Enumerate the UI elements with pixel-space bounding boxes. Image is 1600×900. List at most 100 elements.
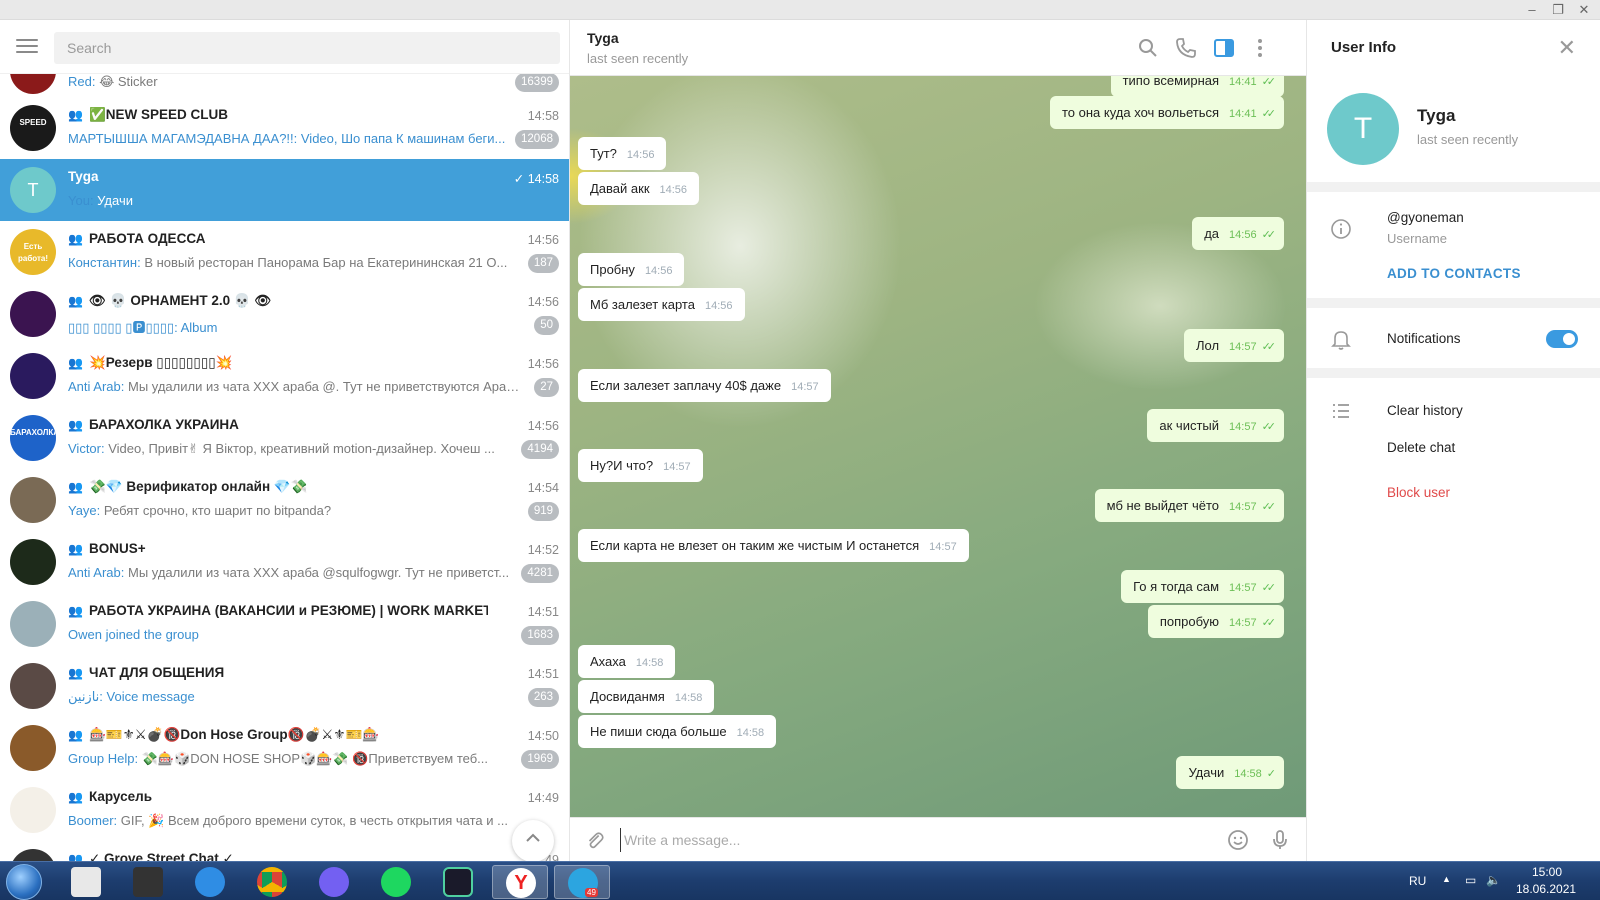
chat-title: 💸💎 Верификатор онлайн 💎💸 xyxy=(88,479,308,494)
chat-item[interactable]: 👥 💸💎 Верификатор онлайн 💎💸 14:54 Yaye: Ребя… xyxy=(0,469,569,531)
outgoing-message[interactable]: попробую 14:57 ✓✓ xyxy=(1147,605,1284,638)
conversation-panel: Tyga last seen recently типо всемирная 14… xyxy=(570,20,1306,861)
taskbar-browser[interactable] xyxy=(182,865,238,899)
chat-item[interactable]: SPEED 👥 ✅NEW SPEED CLUB 14:58 МАРТЫШША МАГАМ… xyxy=(0,97,569,159)
start-button[interactable] xyxy=(6,864,42,900)
avatar xyxy=(10,787,56,833)
outgoing-message[interactable]: да 14:56 ✓✓ xyxy=(1192,217,1284,250)
taskbar-viber[interactable] xyxy=(306,865,362,899)
window-titlebar: – ❐ ✕ xyxy=(0,0,1600,20)
minimize-button[interactable]: – xyxy=(1520,2,1544,17)
incoming-message[interactable]: Мб залезет карта 14:56 xyxy=(578,288,745,321)
read-checks-icon: ✓✓ xyxy=(1261,421,1277,433)
taskbar-yandex[interactable]: Y xyxy=(492,865,548,899)
chat-name: 👥 💸💎 Верификатор онлайн 💎💸 xyxy=(68,479,307,495)
close-icon[interactable]: ✕ xyxy=(1558,37,1576,59)
chat-item[interactable]: 👥 BONUS+ 14:52 Anti Arab: Мы удалили из чат… xyxy=(0,531,569,593)
taskbar-spotify[interactable] xyxy=(368,865,424,899)
delete-chat-button[interactable]: Delete chat xyxy=(1387,440,1455,455)
outgoing-message[interactable]: то она куда хоч вольеться 14:41 ✓✓ xyxy=(1049,96,1284,129)
read-checks-icon: ✓✓ xyxy=(1261,108,1277,120)
incoming-message[interactable]: Если карта не влезет он таким же чистым … xyxy=(578,529,969,562)
message-time: 14:57 xyxy=(1229,501,1257,513)
notifications-toggle[interactable] xyxy=(1546,330,1578,348)
volume-icon[interactable]: 🔈 xyxy=(1486,873,1501,887)
incoming-message[interactable]: Давай акк 14:56 xyxy=(578,172,700,205)
divider xyxy=(1307,298,1600,308)
conversation-status: last seen recently xyxy=(587,51,689,66)
attach-icon[interactable] xyxy=(584,830,606,852)
block-user-button[interactable]: Block user xyxy=(1387,485,1450,500)
emoji-icon[interactable] xyxy=(1226,828,1250,852)
outgoing-message[interactable]: типо всемирная 14:41 ✓✓ xyxy=(1110,76,1284,97)
tray-expand-icon[interactable]: ▲ xyxy=(1442,874,1451,884)
outgoing-message[interactable]: Удачи 14:58 ✓ xyxy=(1176,756,1284,789)
microphone-icon[interactable] xyxy=(1268,828,1292,852)
chat-item[interactable]: T Tyga ✓ 14:58 You: Удачи xyxy=(0,159,569,221)
chat-item[interactable]: 👥 🎰🎫⚜⚔💣🔞Don Hose Group🔞💣⚔⚜🎫🎰 14:50 Group He… xyxy=(0,717,569,779)
incoming-message[interactable]: Не пиши сюда больше 14:58 xyxy=(578,715,777,748)
scroll-up-button[interactable] xyxy=(512,820,554,861)
chat-item[interactable]: 👥 ЧАТ ДЛЯ ОБЩЕНИЯ 14:51 نازنین: Voice messa… xyxy=(0,655,569,717)
clear-history-button[interactable]: Clear history xyxy=(1387,403,1463,418)
user-info-panel: User Info ✕ T Tyga last seen recently @g… xyxy=(1306,20,1600,861)
message-time: 14:56 xyxy=(626,149,655,161)
taskbar-chrome[interactable] xyxy=(244,865,300,899)
restore-button[interactable]: ❐ xyxy=(1546,2,1570,18)
more-icon[interactable] xyxy=(1248,36,1272,60)
message-text: Ахаха xyxy=(590,654,626,669)
search-input[interactable] xyxy=(54,32,560,64)
user-status: last seen recently xyxy=(1417,132,1519,147)
chat-item[interactable]: 👥✓ Grove Street Chat ✓14:49 xyxy=(0,841,569,861)
phone-icon[interactable] xyxy=(1174,36,1198,60)
viber-icon xyxy=(319,867,349,897)
language-indicator[interactable]: RU xyxy=(1409,874,1426,888)
chat-preview: Group Help: 💸🎰🎲DON HOSE SHOP🎲🎰💸 🔞Приветс… xyxy=(68,751,520,767)
chat-sender: You: xyxy=(68,193,98,208)
network-icon[interactable]: ▭ xyxy=(1465,873,1476,887)
message-time: 14:57 xyxy=(1229,341,1257,353)
chat-item[interactable]: 👥 РАБОТА УКРАИНА (ВАКАНСИИ и РЕЗЮМЕ) | WO… xyxy=(0,593,569,655)
chat-preview-text: В новый ресторан Панорама Бар на Екатери… xyxy=(144,255,508,270)
chat-item[interactable]: 👥 👁 💀 ОРНАМЕНТ 2.0 💀 👁 14:56 ▯▯▯ ▯▯▯▯ ▯🅿▯▯▯… xyxy=(0,283,569,345)
taskbar-camera-app[interactable] xyxy=(120,865,176,899)
chat-item[interactable]: Есть работа! 👥 РАБОТА ОДЕССА 14:56 Константи… xyxy=(0,221,569,283)
outgoing-message[interactable]: ак чистый 14:57 ✓✓ xyxy=(1147,409,1284,442)
search-icon[interactable] xyxy=(1136,36,1160,60)
outgoing-message[interactable]: Лол 14:57 ✓✓ xyxy=(1183,329,1284,362)
clock-time[interactable]: 15:00 xyxy=(1532,865,1562,879)
message-time: 14:57 xyxy=(663,461,691,473)
taskbar-solitaire[interactable] xyxy=(58,865,114,899)
chat-time: ✓ 14:58 xyxy=(513,172,559,186)
menu-icon[interactable] xyxy=(16,39,38,55)
outgoing-message[interactable]: мб не выйдет чёто 14:57 ✓✓ xyxy=(1094,489,1284,522)
incoming-message[interactable]: Тут? 14:56 xyxy=(578,137,667,170)
group-icon: 👥 xyxy=(68,232,83,246)
incoming-message[interactable]: Досвиданмя 14:58 xyxy=(578,680,715,713)
avatar[interactable]: T xyxy=(1327,93,1399,165)
group-icon: 👥 xyxy=(68,790,83,804)
group-icon: 👥 xyxy=(68,480,83,494)
outgoing-message[interactable]: Го я тогда сам 14:57 ✓✓ xyxy=(1121,570,1284,603)
chat-preview: ▯▯▯ ▯▯▯▯ ▯🅿▯▯▯▯: Album xyxy=(68,317,520,336)
incoming-message[interactable]: Ну?И что? 14:57 xyxy=(578,449,703,482)
chat-item[interactable]: 👥 💥Резерв ▯▯▯▯▯▯▯▯💥 14:56 Anti Arab: Мы уда… xyxy=(0,345,569,407)
read-checks-icon: ✓✓ xyxy=(1261,617,1277,629)
taskbar-nox[interactable] xyxy=(430,865,486,899)
clock-date[interactable]: 18.06.2021 xyxy=(1516,882,1576,896)
message-input[interactable] xyxy=(620,828,1180,852)
bell-icon xyxy=(1331,331,1351,350)
chat-item[interactable]: БАРАХОЛКА 👥 БАРАХОЛКА УКРАИНА 14:56 Victor: … xyxy=(0,407,569,469)
chat-item[interactable]: 👥 Карусель 14:49 Boomer: GIF, 🎉 Всем доброг… xyxy=(0,779,569,841)
taskbar-telegram[interactable]: 49 xyxy=(554,865,610,899)
sidebar-toggle-icon[interactable] xyxy=(1212,36,1236,60)
incoming-message[interactable]: Если залезет заплачу 40$ даже 14:57 xyxy=(578,369,831,402)
username-value[interactable]: @gyoneman xyxy=(1387,210,1464,225)
close-window-button[interactable]: ✕ xyxy=(1572,2,1596,18)
incoming-message[interactable]: Ахаха 14:58 xyxy=(578,645,676,678)
conversation-title[interactable]: Tyga xyxy=(587,30,619,46)
add-to-contacts-button[interactable]: ADD TO CONTACTS xyxy=(1387,266,1521,281)
incoming-message[interactable]: Пробну 14:56 xyxy=(578,253,685,286)
message-time: 14:58 xyxy=(635,657,664,669)
group-icon: 👥 xyxy=(68,604,83,618)
